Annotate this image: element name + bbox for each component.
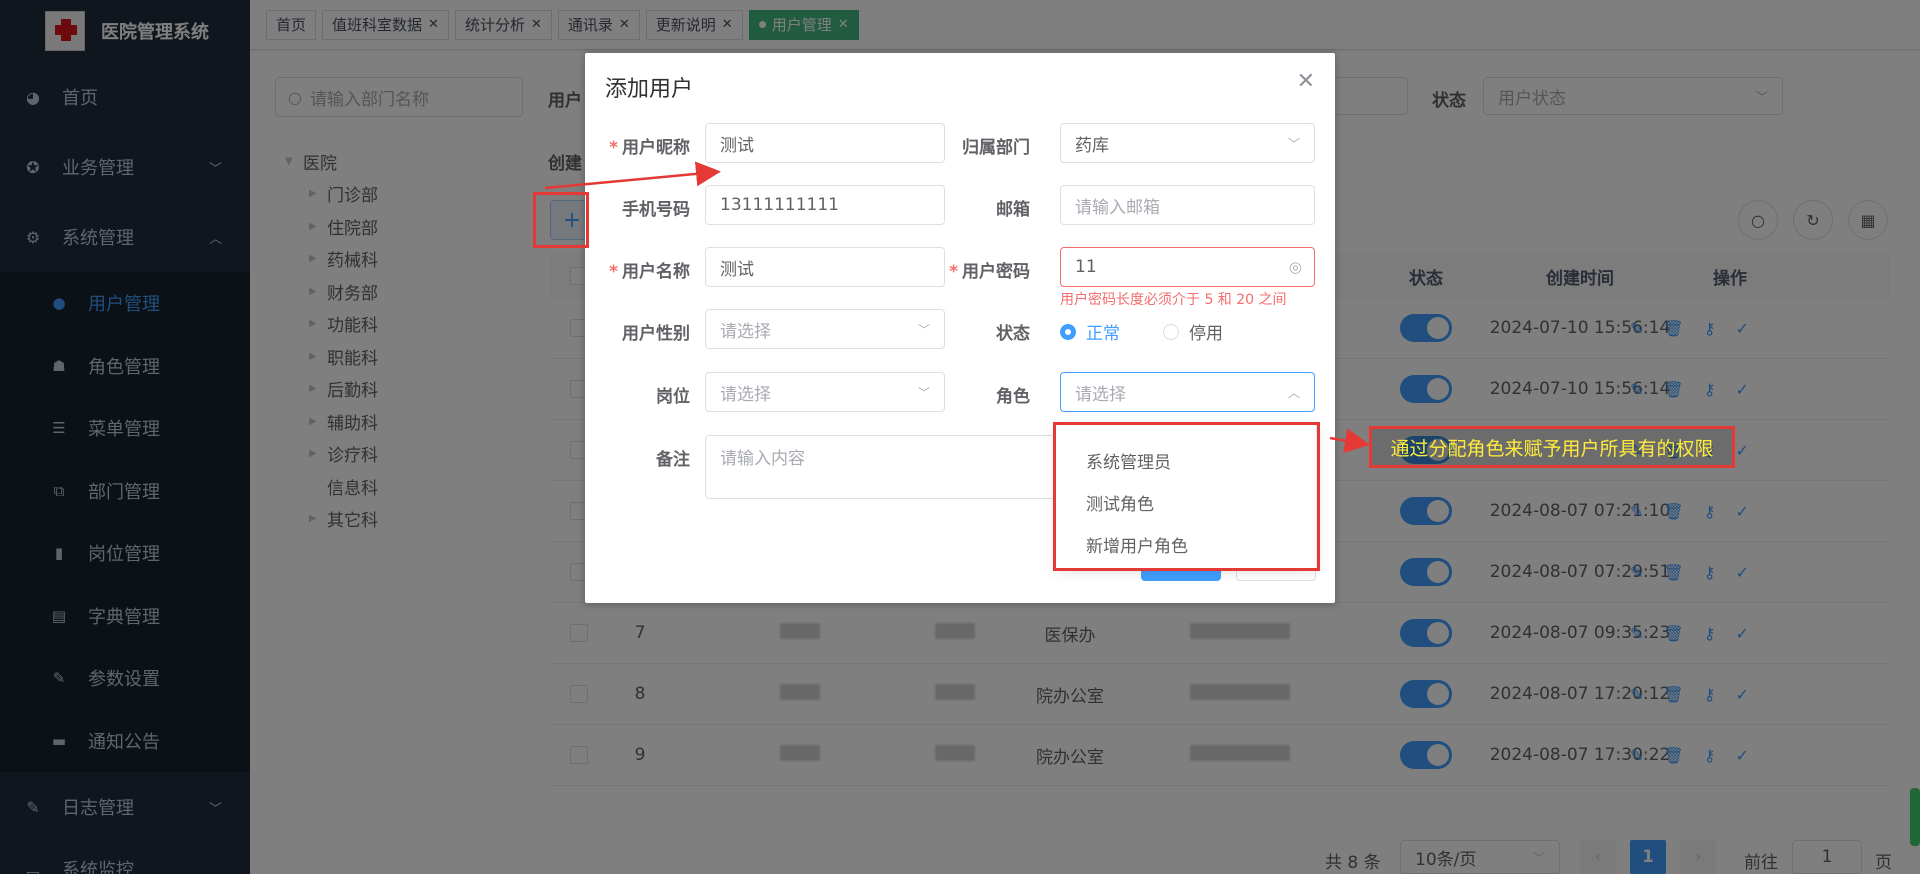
email-input[interactable]: 请输入邮箱 — [1060, 185, 1315, 225]
label-text: 用户昵称 — [622, 138, 690, 158]
cancel-button[interactable] — [1236, 571, 1316, 581]
role-label: 角色 — [996, 387, 1030, 407]
password-label: * 用户密码 — [949, 262, 1030, 282]
role-select[interactable]: 请选择 ︿ — [1060, 372, 1315, 412]
dept-select-value: 药库 — [1075, 135, 1109, 156]
radio-label: 停用 — [1189, 324, 1223, 344]
gender-label: 用户性别 — [622, 324, 690, 344]
annotation-box-roles — [1053, 422, 1320, 571]
post-label: 岗位 — [656, 387, 690, 407]
radio-label: 正常 — [1086, 324, 1120, 344]
eye-icon[interactable]: ◎ — [1289, 258, 1302, 276]
status-radio-normal[interactable]: 正常 — [1060, 319, 1120, 344]
annotation-callout: 通过分配角色来赋予用户所具有的权限 — [1369, 426, 1735, 468]
radio-dot — [1163, 323, 1179, 340]
label-text: 用户密码 — [962, 262, 1030, 282]
username-input[interactable]: 测试 — [705, 247, 945, 287]
chevron-down-icon: ﹀ — [917, 322, 930, 337]
close-icon[interactable]: ✕ — [1297, 69, 1315, 94]
password-error: 用户密码长度必须介于 5 和 20 之间 — [1060, 292, 1287, 308]
phone-input[interactable]: 13111111111 — [705, 185, 945, 225]
dept-select[interactable]: 药库 ﹀ — [1060, 123, 1315, 163]
gender-placeholder: 请选择 — [720, 321, 771, 342]
password-value: 11 — [1075, 257, 1097, 277]
chevron-up-icon: ︿ — [1287, 385, 1300, 400]
role-placeholder: 请选择 — [1075, 384, 1126, 405]
dialog-title: 添加用户 — [605, 77, 694, 102]
chevron-down-icon: ﹀ — [1287, 136, 1300, 151]
password-input[interactable]: 11 ◎ — [1060, 247, 1315, 287]
status-radio-disabled[interactable]: 停用 — [1163, 319, 1223, 344]
chevron-down-icon: ﹀ — [917, 385, 930, 400]
phone-label: 手机号码 — [622, 200, 690, 220]
nickname-label: * 用户昵称 — [609, 138, 690, 158]
status-label: 状态 — [996, 324, 1030, 344]
email-label: 邮箱 — [996, 200, 1030, 220]
remark-label: 备注 — [656, 450, 690, 470]
post-select[interactable]: 请选择 ﹀ — [705, 372, 945, 412]
label-text: 用户名称 — [622, 262, 690, 282]
gender-select[interactable]: 请选择 ﹀ — [705, 309, 945, 349]
post-placeholder: 请选择 — [720, 384, 771, 405]
remark-textarea[interactable]: 请输入内容 — [705, 435, 1105, 499]
dept-label: 归属部门 — [962, 138, 1030, 158]
nickname-input[interactable]: 测试 — [705, 123, 945, 163]
username-label: * 用户名称 — [609, 262, 690, 282]
annotation-box-add — [533, 192, 589, 248]
confirm-button[interactable] — [1141, 571, 1221, 581]
radio-dot — [1060, 323, 1076, 340]
